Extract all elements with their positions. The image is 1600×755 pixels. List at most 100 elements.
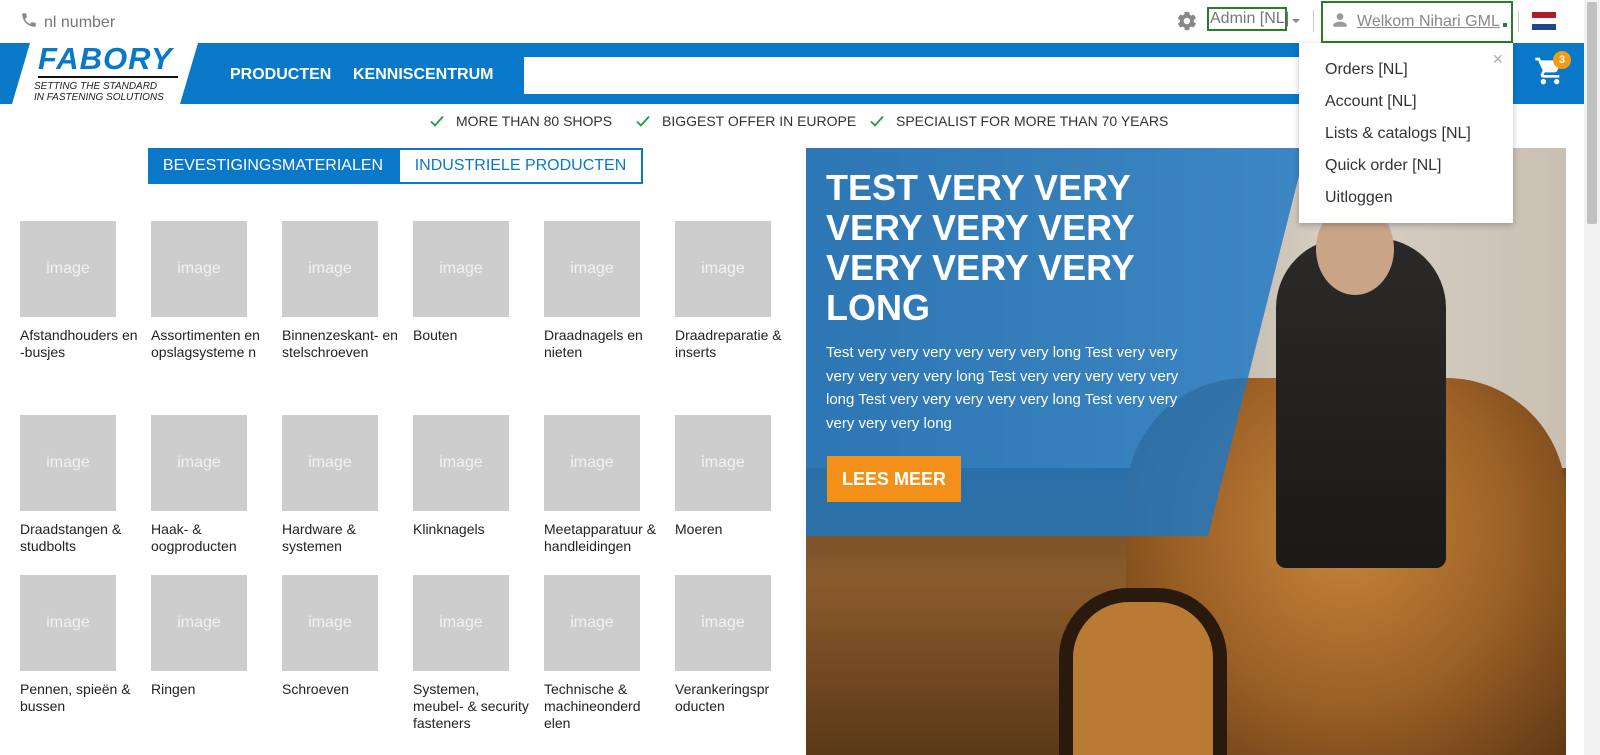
category-tile[interactable]: image Technische & machineonderd elen [544,575,662,732]
category-tile[interactable]: image Verankeringspr oducten [675,575,793,715]
gear-icon[interactable] [1176,10,1198,37]
category-label[interactable]: Pennen, spieën & bussen [20,681,138,715]
category-image[interactable]: image [282,575,378,671]
nav-products-link[interactable]: PRODUCTEN [230,66,331,84]
hero-photo-chair-back [1059,588,1227,755]
category-image[interactable]: image [151,575,247,671]
category-image[interactable]: image [413,221,509,317]
category-image[interactable]: image [544,575,640,671]
close-icon[interactable]: × [1492,49,1503,70]
category-label[interactable]: Haak- & oogproducten [151,521,269,555]
divider [1518,10,1519,32]
category-label[interactable]: Meetapparatuur & handleidingen [544,521,662,555]
category-tile[interactable]: image Bouten [413,221,531,344]
category-label[interactable]: Binnenzeskant- en stelschroeven [282,327,400,361]
tab-fasteners[interactable]: BEVESTIGINGSMATERIALEN [148,148,398,184]
phone-icon [20,11,44,34]
category-tile[interactable]: image Klinknagels [413,415,531,538]
check-icon [636,115,650,127]
category-image[interactable]: image [20,221,116,317]
check-icon [870,115,884,127]
scrollbar-thumb[interactable] [1587,2,1597,224]
category-label[interactable]: Hardware & systemen [282,521,400,555]
admin-menu-button[interactable]: Admin [NL] [1207,7,1289,31]
check-icon [430,115,444,127]
category-image[interactable]: image [675,221,771,317]
logo-tagline: SETTING THE STANDARD IN FASTENING SOLUTI… [34,81,164,103]
logo-wordmark: FABORY [38,41,173,76]
welcome-label: Welkom Nihari GML [1357,13,1500,30]
category-label[interactable]: Draadstangen & studbolts [20,521,138,555]
category-tile[interactable]: image Moeren [675,415,793,538]
category-tile[interactable]: image Draadnagels en nieten [544,221,662,361]
category-label[interactable]: Systemen, meubel- & security fasteners [413,681,531,732]
category-tile[interactable]: image Haak- & oogproducten [151,415,269,555]
hero-description: Test very very very very very very long … [826,344,1179,432]
category-image[interactable]: image [544,415,640,511]
menu-item-logout[interactable]: Uitloggen [1325,189,1393,207]
category-image[interactable]: image [151,415,247,511]
hero-title: TEST VERY VERY VERY VERY VERY VERY VERY … [826,167,1135,328]
category-image[interactable]: image [675,415,771,511]
category-image[interactable]: image [151,221,247,317]
category-label[interactable]: Schroeven [282,681,400,698]
account-dropdown: × Orders [NL] Account [NL] Lists & catal… [1299,43,1513,223]
category-image[interactable]: image [544,221,640,317]
hero-banner: TEST VERY VERY VERY VERY VERY VERY VERY … [806,148,1566,755]
category-label[interactable]: Draadreparatie & inserts [675,327,793,361]
phone-label: nl number [44,13,116,31]
category-image[interactable]: image [282,415,378,511]
category-image[interactable]: image [675,575,771,671]
cart-count-badge: 3 [1553,51,1571,69]
usp-item: MORE THAN 80 SHOPS [430,113,612,129]
category-tile[interactable]: image Ringen [151,575,269,698]
category-label[interactable]: Assortimenten en opslagsysteme n [151,327,269,361]
tab-industrial-products[interactable]: INDUSTRIELE PRODUCTEN [398,148,643,184]
category-tile[interactable]: image Pennen, spieën & bussen [20,575,138,715]
focus-marker [1502,23,1507,27]
category-label[interactable]: Ringen [151,681,269,698]
category-tile[interactable]: image Systemen, meubel- & security fasten… [413,575,531,732]
nav-knowledge-link[interactable]: KENNISCENTRUM [353,66,493,84]
usp-item: SPECIALIST FOR MORE THAN 70 YEARS [870,113,1168,129]
category-tile[interactable]: image Hardware & systemen [282,415,400,555]
category-label[interactable]: Technische & machineonderd elen [544,681,662,732]
category-label[interactable]: Klinknagels [413,521,531,538]
category-label[interactable]: Draadnagels en nieten [544,327,662,361]
category-tile[interactable]: image Assortimenten en opslagsysteme n [151,221,269,361]
logo-underline [38,76,178,78]
category-tile[interactable]: image Meetapparatuur & handleidingen [544,415,662,555]
usp-label: MORE THAN 80 SHOPS [456,113,613,129]
category-image[interactable]: image [413,575,509,671]
user-icon [1331,11,1349,34]
account-menu-button[interactable]: Welkom Nihari GML [1321,1,1513,43]
category-tile[interactable]: image Draadreparatie & inserts [675,221,793,361]
category-label[interactable]: Bouten [413,327,531,344]
category-label[interactable]: Moeren [675,521,793,538]
phone-link[interactable]: nl number [20,11,115,34]
menu-item-lists-catalogs[interactable]: Lists & catalogs [NL] [1325,125,1471,143]
category-image[interactable]: image [20,415,116,511]
category-label[interactable]: Afstandhouders en -busjes [20,327,138,361]
logo-tagline-line2: IN FASTENING SOLUTIONS [34,92,164,103]
category-tile[interactable]: image Schroeven [282,575,400,698]
category-image[interactable]: image [282,221,378,317]
category-image[interactable]: image [413,415,509,511]
menu-item-orders[interactable]: Orders [NL] [1325,61,1408,79]
usp-label: BIGGEST OFFER IN EUROPE [662,113,857,129]
usp-label: SPECIALIST FOR MORE THAN 70 YEARS [896,113,1169,129]
chevron-down-icon[interactable] [1292,19,1300,23]
logo-tagline-line1: SETTING THE STANDARD [34,81,158,92]
category-image[interactable]: image [20,575,116,671]
menu-item-account[interactable]: Account [NL] [1325,93,1417,111]
category-label[interactable]: Verankeringspr oducten [675,681,793,715]
category-tile[interactable]: image Draadstangen & studbolts [20,415,138,555]
divider [1313,10,1314,32]
top-bar: nl number Admin [NL] Welkom Nihari GML [0,0,1584,43]
menu-item-quick-order[interactable]: Quick order [NL] [1325,157,1441,175]
category-tile[interactable]: image Afstandhouders en -busjes [20,221,138,361]
category-tile[interactable]: image Binnenzeskant- en stelschroeven [282,221,400,361]
read-more-button[interactable]: LEES MEER [827,456,961,502]
search-input[interactable] [524,57,1304,94]
netherlands-flag-icon[interactable] [1532,12,1556,30]
